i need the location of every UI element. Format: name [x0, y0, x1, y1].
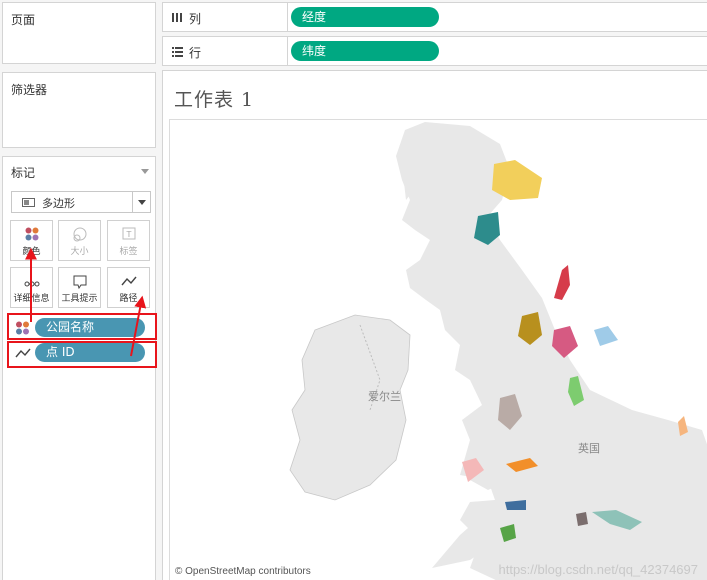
map-label-uk: 英国 [578, 442, 600, 455]
map-view[interactable]: 爱尔兰 英国 © OpenStreetMap contributors http… [169, 119, 707, 580]
map-attribution[interactable]: © OpenStreetMap contributors [175, 566, 311, 577]
arrow-to-path-card [130, 295, 147, 357]
park-polygon-brown[interactable] [576, 512, 588, 526]
watermark: https://blog.csdn.net/qq_42374697 [498, 562, 699, 577]
map-label-ireland: 爱尔兰 [368, 390, 401, 403]
worksheet-title[interactable]: 工作表 1 [174, 85, 254, 112]
map-canvas[interactable] [170, 120, 707, 580]
worksheet: 工作表 1 爱尔兰 英国 © OpenStreetMap contributor… [162, 70, 707, 580]
